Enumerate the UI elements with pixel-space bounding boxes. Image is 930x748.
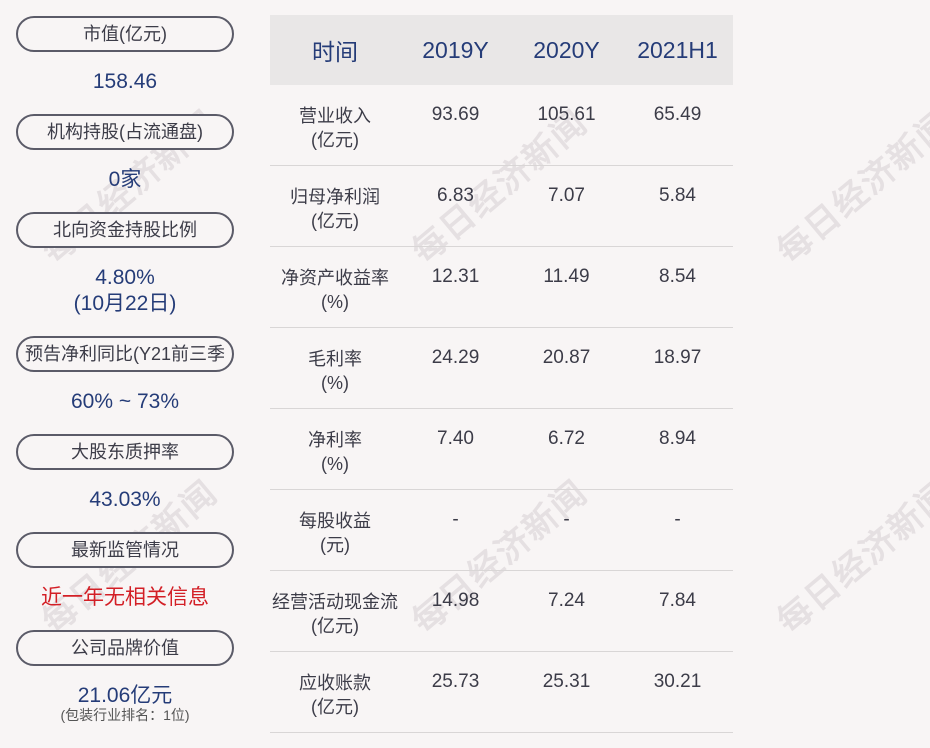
table-cell: 5.84 <box>659 185 696 206</box>
table-cell: 25.31 <box>542 671 591 692</box>
profit-forecast-value: 60% ~ 73% <box>71 390 179 413</box>
northbound-ratio-value: 4.80% <box>95 266 155 289</box>
header-2020: 2020Y <box>533 36 600 63</box>
northbound-ratio-date: (10月22日) <box>73 292 177 315</box>
row-label: 净资产收益率 (%) <box>281 268 389 312</box>
table-cell: 6.83 <box>437 185 474 206</box>
table-cell: 12.31 <box>431 266 480 287</box>
financial-table: 时间 2019Y 2020Y 2021H1 营业收入 (亿元) 93.69 105… <box>270 15 733 733</box>
pledge-ratio-label: 大股东质押率 <box>16 434 234 470</box>
header-time: 时间 <box>312 39 358 65</box>
header-2019: 2019Y <box>422 36 489 63</box>
market-cap-value: 158.46 <box>92 70 158 93</box>
table-cell: - <box>674 509 681 530</box>
table-cell: 7.24 <box>548 590 585 611</box>
table-cell: 6.72 <box>548 428 585 449</box>
table-cell: 8.94 <box>659 428 696 449</box>
regulation-value: 近一年无相关信息 <box>41 586 209 609</box>
table-cell: - <box>563 509 570 530</box>
table-row: 净利率 (%) 7.40 6.72 8.94 <box>270 409 733 490</box>
table-row: 经营活动现金流 (亿元) 14.98 7.24 7.84 <box>270 571 733 652</box>
row-label: 毛利率 (%) <box>308 349 362 393</box>
table-cell: 8.54 <box>659 266 696 287</box>
table-cell: 105.61 <box>537 104 596 125</box>
left-panel: 市值(亿元) 158.46 机构持股(占流通盘) 0家 北向资金持股比例 4.8… <box>0 0 250 748</box>
table-cell: 93.69 <box>431 104 480 125</box>
market-cap-label: 市值(亿元) <box>16 16 234 52</box>
watermark: 每日经济新闻 <box>770 473 930 642</box>
northbound-ratio-label: 北向资金持股比例 <box>16 212 234 248</box>
table-cell: 7.40 <box>437 428 474 449</box>
institutional-holding-value: 0家 <box>108 168 142 191</box>
table-row: 营业收入 (亿元) 93.69 105.61 65.49 <box>270 85 733 166</box>
row-label: 经营活动现金流 (亿元) <box>272 592 398 636</box>
table-row: 毛利率 (%) 24.29 20.87 18.97 <box>270 328 733 409</box>
table-cell: 25.73 <box>431 671 480 692</box>
table-cell: 14.98 <box>431 590 480 611</box>
row-label: 每股收益 (元) <box>299 511 371 555</box>
table-cell: 20.87 <box>542 347 591 368</box>
row-label: 应收账款 (亿元) <box>299 673 371 717</box>
header-2021h1: 2021H1 <box>637 36 718 63</box>
table-cell: - <box>452 509 459 530</box>
table-row: 应收账款 (亿元) 25.73 25.31 30.21 <box>270 652 733 733</box>
table-row: 每股收益 (元) - - - <box>270 490 733 571</box>
table-cell: 7.07 <box>548 185 585 206</box>
row-label: 净利率 (%) <box>308 430 362 474</box>
row-label: 归母净利润 (亿元) <box>290 187 380 231</box>
table-cell: 18.97 <box>653 347 702 368</box>
institutional-holding-label: 机构持股(占流通盘) <box>16 114 234 150</box>
regulation-label: 最新监管情况 <box>16 532 234 568</box>
row-label: 营业收入 (亿元) <box>299 106 371 150</box>
table-row: 净资产收益率 (%) 12.31 11.49 8.54 <box>270 247 733 328</box>
brand-value-label: 公司品牌价值 <box>16 630 234 666</box>
brand-value-value: 21.06亿元 <box>77 684 173 707</box>
pledge-ratio-value: 43.03% <box>89 488 161 511</box>
profit-forecast-label: 预告净利同比(Y21前三季 <box>16 336 234 372</box>
table-cell: 65.49 <box>653 104 702 125</box>
watermark: 每日经济新闻 <box>770 103 930 272</box>
table-header: 时间 2019Y 2020Y 2021H1 <box>270 15 733 85</box>
table-row: 归母净利润 (亿元) 6.83 7.07 5.84 <box>270 166 733 247</box>
table-cell: 24.29 <box>431 347 480 368</box>
table-cell: 30.21 <box>653 671 702 692</box>
table-cell: 11.49 <box>543 266 590 287</box>
brand-value-note: (包装行业排名：1位) <box>60 707 190 723</box>
table-cell: 7.84 <box>659 590 696 611</box>
